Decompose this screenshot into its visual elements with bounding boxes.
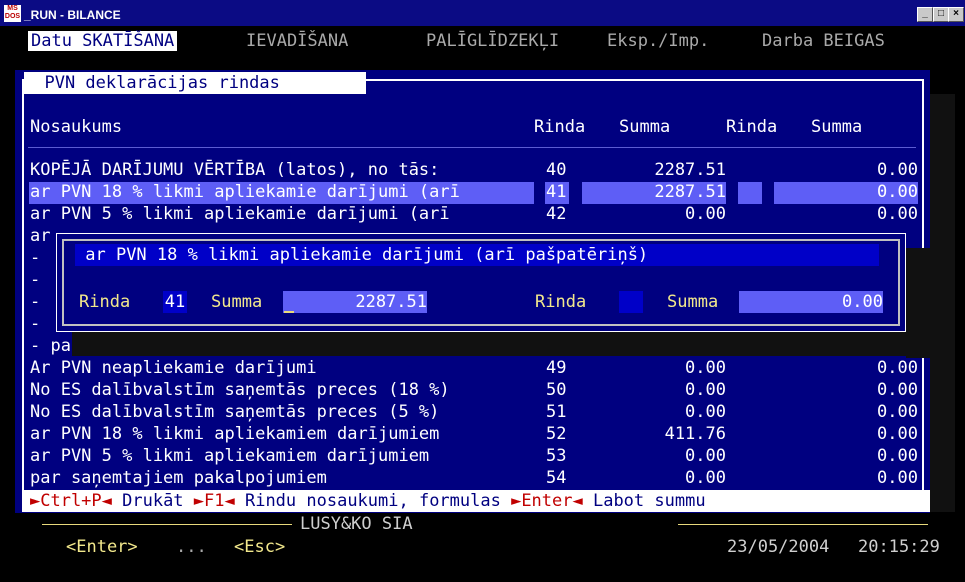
window-title: _RUN - BILANCE bbox=[24, 8, 121, 22]
close-button[interactable]: × bbox=[948, 7, 964, 22]
dots-hint: ... bbox=[176, 537, 207, 557]
row-rinda: 52 bbox=[546, 424, 567, 444]
row-rinda: 40 bbox=[546, 160, 567, 180]
company-name: LUSY&KO SIA bbox=[300, 514, 413, 534]
menu-item-darba-beigas[interactable]: Darba BEIGAS bbox=[762, 31, 885, 51]
row-summa2: 0.00 bbox=[877, 402, 918, 422]
row-summa: 0.00 bbox=[685, 358, 726, 378]
shortcut-bar: ►Ctrl+P◄ Drukāt ►F1◄ Rindu nosaukumi, fo… bbox=[22, 490, 930, 512]
header-separator bbox=[28, 147, 916, 148]
menu-item-datu-skatisana[interactable]: Datu SKATĪŠANA bbox=[28, 31, 178, 51]
row-name: ar PVN 5 % likmi apliekamiem darījumiem bbox=[30, 446, 430, 466]
row-summa2: 0.00 bbox=[877, 446, 918, 466]
row-name: par saņemtajiem pakalpojumiem bbox=[30, 468, 327, 488]
esc-hint[interactable]: <Esc> bbox=[234, 537, 285, 557]
row-summa: 411.76 bbox=[664, 424, 726, 444]
header-nosaukums: Nosaukums bbox=[30, 117, 123, 137]
row-rinda: 41 bbox=[546, 182, 567, 202]
time-display: 20:15:29 bbox=[858, 537, 940, 557]
dialog-rinda2-field[interactable] bbox=[619, 291, 643, 313]
print-label: Drukāt bbox=[111, 491, 194, 511]
menu-item-paliglidzekli[interactable]: PALĪGLĪDZEKĻI bbox=[426, 31, 559, 51]
row-summa: 0.00 bbox=[685, 446, 726, 466]
row-summa2: 0.00 bbox=[877, 358, 918, 378]
dialog-shadow-bottom bbox=[72, 332, 930, 356]
text-cursor bbox=[284, 311, 294, 313]
minimize-button[interactable]: _ bbox=[917, 7, 933, 22]
selected-row-rinda2-highlight bbox=[738, 182, 762, 204]
dialog-title: ar PVN 18 % likmi apliekamie darījumi (a… bbox=[75, 244, 879, 266]
row-rinda: 49 bbox=[546, 358, 567, 378]
row-rinda: 51 bbox=[546, 402, 567, 422]
row-summa: 2287.51 bbox=[654, 182, 726, 202]
row-summa2: 0.00 bbox=[877, 468, 918, 488]
dialog-summa2-input[interactable]: 0.00 bbox=[739, 291, 883, 313]
row-summa2: 0.00 bbox=[877, 182, 918, 202]
row-name: No ES dalībvalstīm saņemtās preces (5 %) bbox=[30, 402, 440, 422]
row-rinda: 54 bbox=[546, 468, 567, 488]
row-summa: 0.00 bbox=[685, 402, 726, 422]
header-summa-2: Summa bbox=[811, 117, 863, 137]
dialog-title-text: ar PVN 18 % likmi apliekamie darījumi (a… bbox=[85, 245, 649, 265]
row-rinda: 42 bbox=[546, 204, 567, 224]
row-summa: 0.00 bbox=[685, 468, 726, 488]
edit-summa-label: Labot summu bbox=[582, 491, 706, 511]
f1-key[interactable]: ►F1◄ bbox=[194, 491, 235, 511]
enter-key[interactable]: ►Enter◄ bbox=[511, 491, 583, 511]
header-rinda-2: Rinda bbox=[726, 117, 778, 137]
row-name: KOPĒJĀ DARĪJUMU VĒRTĪBA (latos), no tās: bbox=[30, 160, 440, 180]
edit-summa-dialog: ar PVN 18 % likmi apliekamie darījumi (a… bbox=[56, 233, 906, 332]
row-summa2: 0.00 bbox=[877, 380, 918, 400]
row-name: Ar PVN neapliekamie darījumi bbox=[30, 358, 317, 378]
dialog-rinda2-label: Rinda bbox=[535, 292, 587, 312]
maximize-button[interactable]: □ bbox=[933, 7, 949, 22]
dialog-summa2-label: Summa bbox=[667, 292, 719, 312]
header-rinda-1: Rinda bbox=[534, 117, 586, 137]
row-name: ar PVN 18 % likmi apliekamie darījumi (a… bbox=[30, 182, 460, 202]
dialog-rinda-field[interactable]: 41 bbox=[163, 291, 187, 313]
ctrl-p-key[interactable]: ►Ctrl+P◄ bbox=[30, 491, 112, 511]
row-rinda: 53 bbox=[546, 446, 567, 466]
row-summa: 0.00 bbox=[685, 380, 726, 400]
msdos-app-icon[interactable]: MS DOS bbox=[4, 5, 21, 22]
row-summa: 2287.51 bbox=[654, 160, 726, 180]
company-line-right bbox=[678, 524, 928, 525]
row-name: ar PVN 5 % likmi apliekamie darījumi (ar… bbox=[30, 204, 450, 224]
menu-item-ievadisana[interactable]: IEVADĪŠANA bbox=[246, 31, 348, 51]
row-summa2: 0.00 bbox=[877, 160, 918, 180]
row-name: No ES dalībvalstīm saņemtās preces (18 %… bbox=[30, 380, 450, 400]
panel-title: PVN deklarācijas rindas bbox=[24, 72, 366, 94]
row-summa: 0.00 bbox=[685, 204, 726, 224]
window-titlebar: MS DOS _RUN - BILANCE _ □ × bbox=[0, 0, 965, 26]
menu-item-eksp-imp[interactable]: Eksp./Imp. bbox=[607, 31, 709, 51]
date-display: 23/05/2004 bbox=[727, 537, 830, 557]
dialog-summa-label: Summa bbox=[211, 292, 263, 312]
company-line-left bbox=[42, 524, 292, 525]
dialog-summa-input[interactable]: 2287.51 bbox=[283, 291, 427, 313]
panel-title-text: PVN deklarācijas rindas bbox=[44, 73, 280, 93]
row-summa2: 0.00 bbox=[877, 424, 918, 444]
main-menu: Datu SKATĪŠANA IEVADĪŠANA PALĪGLĪDZEKĻI … bbox=[0, 26, 965, 56]
header-summa-1: Summa bbox=[619, 117, 671, 137]
row-rinda: 50 bbox=[546, 380, 567, 400]
panel-shadow bbox=[930, 94, 955, 512]
enter-hint[interactable]: <Enter> bbox=[66, 537, 138, 557]
row-summa2: 0.00 bbox=[877, 204, 918, 224]
row-name: ar PVN 18 % likmi apliekamiem darījumiem bbox=[30, 424, 440, 444]
dialog-rinda-label: Rinda bbox=[79, 292, 131, 312]
formulas-label: Rindu nosaukumi, formulas bbox=[234, 491, 512, 511]
